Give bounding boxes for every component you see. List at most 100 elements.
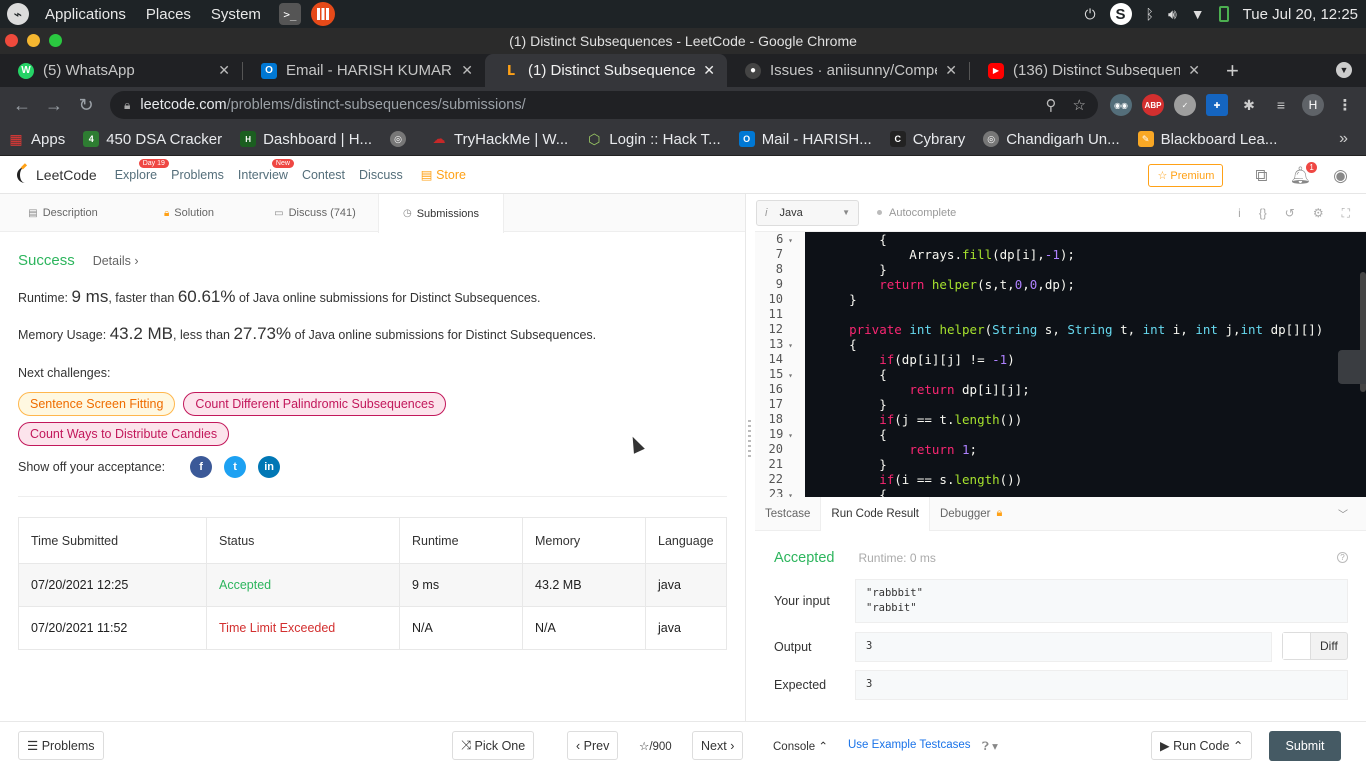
terminal-launcher-icon[interactable]: >_ (278, 3, 301, 25)
profile-avatar[interactable]: H (1302, 94, 1324, 116)
col-runtime[interactable]: Runtime (399, 517, 523, 564)
power-icon[interactable]: ⏻ (1084, 6, 1095, 23)
lock-icon[interactable]: 🔒︎ (124, 98, 130, 113)
code-line[interactable]: 18 if(j == t.length()) (755, 412, 1366, 427)
code-line[interactable]: 9 return helper(s,t,0,0,dp); (755, 277, 1366, 292)
playground-icon[interactable]: ⧉ (1255, 166, 1267, 186)
browser-tab-youtube[interactable]: ▶ (136) Distinct Subsequenc ✕ (970, 54, 1212, 87)
os-menu-applications[interactable]: Applications (35, 6, 136, 23)
nav-explore[interactable]: Explore Day 19 (115, 158, 169, 182)
code-line[interactable]: 22 if(i == s.length()) (755, 472, 1366, 487)
new-tab-icon[interactable]: + (1226, 58, 1239, 84)
problem-page-indicator[interactable]: ☆/900 (639, 739, 672, 753)
tab-solution[interactable]: 🔒︎ Solution (126, 194, 252, 232)
code-line[interactable]: 19 { (755, 427, 1366, 442)
extension-glasses-icon[interactable]: ◉◉ (1110, 94, 1132, 116)
diff-toggle[interactable]: Diff (1282, 632, 1348, 660)
bluetooth-icon[interactable]: ᛒ (1146, 6, 1154, 22)
extension-shield-icon[interactable]: ✚ (1206, 94, 1228, 116)
browser-tab-github[interactable]: ● Issues · aniisunny/Compet ✕ (727, 54, 969, 87)
code-line[interactable]: 11 (755, 307, 1366, 322)
use-example-testcases-link[interactable]: Use Example Testcases (848, 739, 971, 751)
code-line[interactable]: 16 return dp[i][j]; (755, 382, 1366, 397)
close-tab-icon[interactable]: ✕ (218, 62, 230, 79)
more-bookmarks-icon[interactable]: » (1339, 130, 1348, 148)
pick-one-button[interactable]: ⤨ Pick One (452, 731, 535, 760)
bookmark-cybrary[interactable]: C Cybrary (882, 131, 976, 148)
table-row[interactable]: 07/20/2021 12:25 Accepted 9 ms 43.2 MB j… (18, 563, 727, 607)
fullscreen-icon[interactable]: ⛶ (1342, 206, 1350, 221)
code-line[interactable]: 20 return 1; (755, 442, 1366, 457)
code-line[interactable]: 23 { (755, 487, 1366, 497)
tab-debugger[interactable]: Debugger 🔒︎ (930, 497, 1012, 531)
os-menu-system[interactable]: System (201, 6, 271, 23)
close-tab-icon[interactable]: ✕ (1188, 62, 1200, 79)
tab-search-icon[interactable]: ▼ (1336, 62, 1352, 78)
reload-icon[interactable]: ↻ (70, 95, 102, 116)
code-editor[interactable]: 6 {7 Arrays.fill(dp[i],-1);8 }9 return h… (755, 232, 1366, 497)
wifi-icon[interactable]: ▼ (1191, 6, 1205, 22)
help-dropdown-icon[interactable]: ❓︎ ▾ (982, 739, 998, 754)
battery-icon[interactable] (1218, 6, 1229, 22)
language-select[interactable]: i Java ▼ (756, 199, 859, 226)
panel-resize-handle[interactable] (748, 420, 751, 460)
info-icon[interactable]: i (1238, 206, 1241, 221)
premium-button[interactable]: ☆ Premium (1148, 164, 1224, 187)
bookmark-apps[interactable]: ▦ Apps (0, 131, 75, 148)
maximize-window-icon[interactable] (49, 34, 62, 47)
bookmark-dashboard[interactable]: H Dashboard | H... (232, 131, 382, 148)
bookmark-chandigarh[interactable]: ◎ Chandigarh Un... (975, 131, 1129, 148)
run-code-button[interactable]: ▶ Run Code ⌃ (1151, 731, 1253, 760)
cell-status[interactable]: Time Limit Exceeded (206, 606, 400, 650)
bookmark-blackboard[interactable]: ✎ Blackboard Lea... (1130, 131, 1288, 148)
collapse-chevron-icon[interactable]: ﹀ (1338, 506, 1348, 521)
col-status[interactable]: Status (206, 517, 400, 564)
browser-tab-email[interactable]: O Email - HARISH KUMAR - ✕ (243, 54, 485, 87)
code-line[interactable]: 21 } (755, 457, 1366, 472)
bookmark-450-dsa[interactable]: 4 450 DSA Cracker (75, 131, 232, 148)
submit-button[interactable]: Submit (1269, 731, 1341, 761)
chrome-menu-icon[interactable]: ⋮ (1334, 94, 1356, 116)
tab-discuss[interactable]: ▭ Discuss (741) (252, 194, 378, 232)
bookmark-star-icon[interactable]: ☆ (1073, 96, 1086, 114)
code-line[interactable]: 15 { (755, 367, 1366, 382)
challenge-chip[interactable]: Count Ways to Distribute Candies (18, 422, 230, 446)
address-bar[interactable]: 🔒︎ leetcode.com /problems/distinct-subse… (110, 91, 1098, 119)
cell-status[interactable]: Accepted (206, 563, 400, 607)
close-window-icon[interactable] (5, 34, 18, 47)
bookmark-tryhackme[interactable]: ☁ TryHackMe | W... (423, 131, 578, 148)
editor-side-handle[interactable] (1338, 350, 1366, 384)
browser-tab-leetcode[interactable]: ᒪ (1) Distinct Subsequences ✕ (485, 54, 727, 87)
back-arrow-icon[interactable]: ← (6, 95, 38, 116)
help-icon[interactable]: ? (1337, 552, 1348, 563)
challenge-chip[interactable]: Count Different Palindromic Subsequences (183, 392, 447, 416)
code-line[interactable]: 13 { (755, 337, 1366, 352)
app-grid-launcher-icon[interactable] (310, 2, 335, 26)
code-line[interactable]: 14 if(dp[i][j] != -1) (755, 352, 1366, 367)
next-button[interactable]: Next › (692, 731, 744, 760)
clock[interactable]: Tue Jul 20, 12:25 (1243, 6, 1358, 23)
minimize-window-icon[interactable] (27, 34, 40, 47)
adblock-plus-icon[interactable]: ABP (1142, 94, 1164, 116)
nav-interview[interactable]: Interview New (238, 158, 294, 182)
tab-testcase[interactable]: Testcase (755, 497, 820, 531)
browser-tab-whatsapp[interactable]: W (5) WhatsApp ✕ (0, 54, 242, 87)
code-line[interactable]: 12 private int helper(String s, String t… (755, 322, 1366, 337)
extension-check-icon[interactable]: ✓ (1174, 94, 1196, 116)
tab-description[interactable]: ▤ Description (0, 194, 126, 232)
os-menu-places[interactable]: Places (136, 6, 201, 23)
bookmark-mail[interactable]: O Mail - HARISH... (731, 131, 882, 148)
code-line[interactable]: 7 Arrays.fill(dp[i],-1); (755, 247, 1366, 262)
table-row[interactable]: 07/20/2021 11:52 Time Limit Exceeded N/A… (18, 606, 727, 650)
facebook-icon[interactable]: f (190, 456, 213, 478)
problems-button[interactable]: ☰ Problems (18, 731, 104, 760)
reading-list-icon[interactable]: ≡ (1270, 94, 1292, 116)
linkedin-icon[interactable]: in (258, 456, 281, 478)
code-line[interactable]: 8 } (755, 262, 1366, 277)
tab-run-code-result[interactable]: Run Code Result (820, 496, 930, 531)
leetcode-logo[interactable]: LeetCode (17, 166, 97, 183)
extensions-puzzle-icon[interactable]: ✱ (1238, 94, 1260, 116)
nav-store[interactable]: ▤ Store (421, 167, 466, 182)
code-line[interactable]: 6 { (755, 232, 1366, 247)
prev-button[interactable]: ‹ Prev (567, 731, 619, 760)
